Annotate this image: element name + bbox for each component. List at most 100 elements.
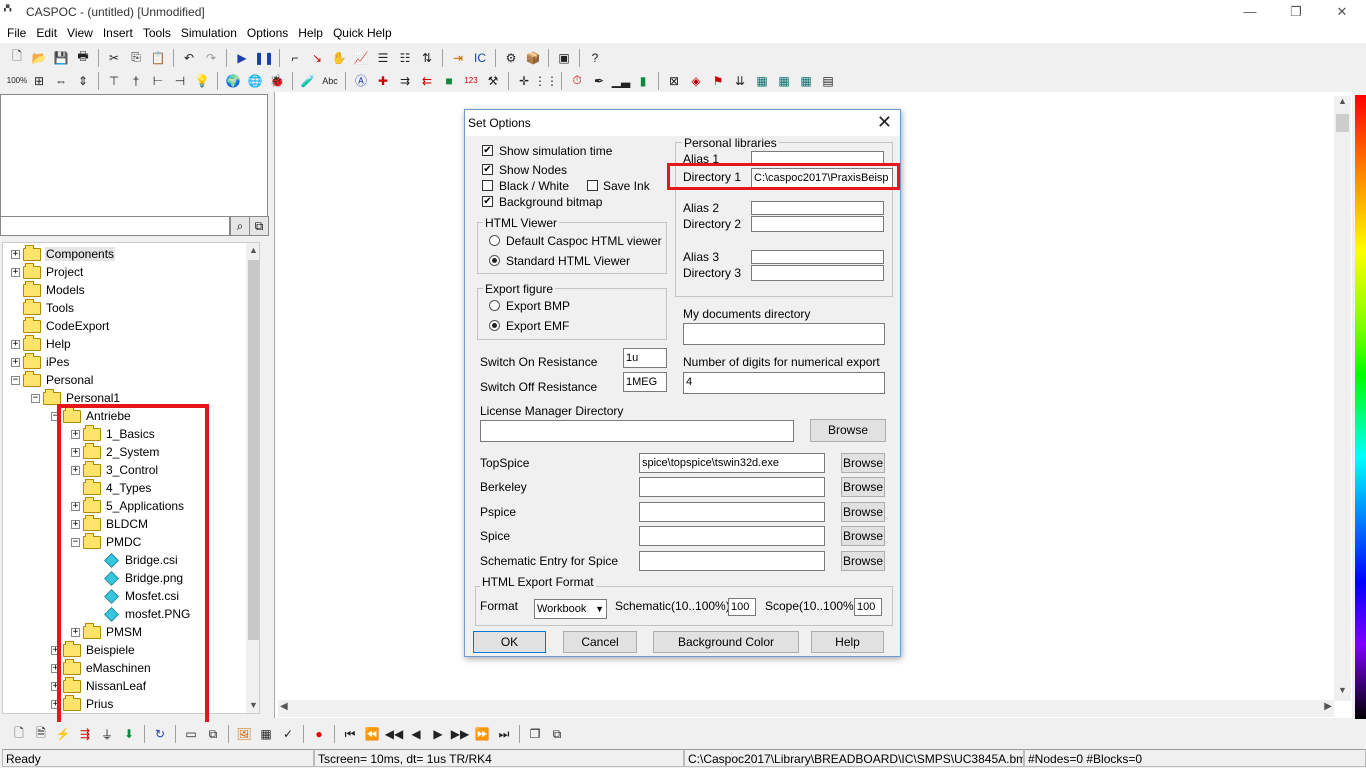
tree-item[interactable]: 4_Types <box>71 478 152 497</box>
scope-icon[interactable]: 📈 <box>351 48 371 68</box>
photo-icon[interactable]: ▦ <box>256 724 276 744</box>
berkeley-browse-button[interactable]: Browse <box>841 477 885 497</box>
tree-item[interactable]: + Prius <box>51 694 114 713</box>
scroll-left-icon[interactable]: ◀ <box>280 701 288 712</box>
tree-item[interactable]: +1_Basics <box>71 424 156 443</box>
tree-item[interactable]: +3_Control <box>71 460 159 479</box>
tree-item[interactable]: + iPes <box>11 352 70 371</box>
flag-icon[interactable]: ⚑ <box>708 71 728 91</box>
html-viewer-standard-radio[interactable] <box>489 255 500 266</box>
cascade-icon[interactable]: ❐ <box>525 724 545 744</box>
menu-edit[interactable]: Edit <box>31 23 62 43</box>
bottle-icon[interactable]: 🧪 <box>298 71 318 91</box>
block-icon[interactable]: ⊠ <box>664 71 684 91</box>
switch-off-field[interactable]: 1MEG <box>623 372 667 392</box>
new-file-icon[interactable]: 🗋 <box>7 48 27 68</box>
chip3-icon[interactable]: ▦ <box>796 71 816 91</box>
fast-forward-icon[interactable]: ⏩ <box>472 724 492 744</box>
library-icon[interactable]: 📦 <box>523 48 543 68</box>
canvas-vertical-scrollbar[interactable]: ▲ ▼ <box>1334 96 1351 701</box>
copy-icon[interactable]: ⎘ <box>126 48 146 68</box>
dual-window-icon[interactable]: ⧉ <box>203 724 223 744</box>
sort-icon[interactable]: ⇊ <box>730 71 750 91</box>
tree-item[interactable]: + Help <box>11 334 72 353</box>
html-viewer-default-radio[interactable] <box>489 235 500 246</box>
arrow-left-icon[interactable]: ⇇ <box>417 71 437 91</box>
schematic-entry-for-spice-path-field[interactable] <box>639 551 825 571</box>
chip2-icon[interactable]: ▦ <box>774 71 794 91</box>
schematic-percent-field[interactable]: 100 <box>728 598 756 616</box>
format-select[interactable]: Workbook ▼ <box>534 599 607 619</box>
print-icon[interactable]: 🖶 <box>73 48 93 68</box>
search-icon[interactable]: ⌕ <box>230 216 250 236</box>
license-browse-button[interactable]: Browse <box>810 419 886 442</box>
alias2-field[interactable] <box>751 201 884 215</box>
rewind-icon[interactable]: ◀◀ <box>384 724 404 744</box>
expand-icon[interactable]: + <box>51 681 60 691</box>
bus-icon[interactable]: ⇶ <box>75 724 95 744</box>
tree-item[interactable]: Bridge.png <box>91 569 184 587</box>
tree-item[interactable]: + Beispiele <box>51 640 136 659</box>
window-icon[interactable]: ▭ <box>181 724 201 744</box>
tree-item[interactable]: − Personal1 <box>31 388 121 407</box>
tree-item[interactable]: + eMaschinen <box>51 658 152 677</box>
network-icon[interactable]: 🌐 <box>245 71 265 91</box>
crosshair-icon[interactable]: ✛ <box>514 71 534 91</box>
text-abc-icon[interactable]: Abc <box>320 71 340 91</box>
chevron-up-icon[interactable]: ▲ <box>246 243 259 258</box>
collapse-icon[interactable]: − <box>71 537 80 547</box>
tree-item[interactable]: +2_System <box>71 442 160 461</box>
cancel-button[interactable]: Cancel <box>563 631 637 653</box>
berkeley-path-field[interactable] <box>639 477 825 497</box>
expand-icon[interactable]: + <box>51 663 60 673</box>
library-search-input[interactable] <box>0 216 230 236</box>
ok-button[interactable]: OK <box>473 631 546 653</box>
align-middle-icon[interactable]: † <box>126 71 146 91</box>
scroll-right-icon[interactable]: ▶ <box>1324 701 1332 712</box>
tree-item[interactable]: − PMDC <box>71 532 142 551</box>
tree-item[interactable]: Tools <box>11 298 75 317</box>
dropdown-arrow-icon[interactable]: ▼ <box>595 600 604 618</box>
fast-rewind-icon[interactable]: ⏪ <box>362 724 382 744</box>
open-folder-icon[interactable]: 📂 <box>29 48 49 68</box>
background-color-button[interactable]: Background Color <box>653 631 799 653</box>
document-icon[interactable]: 🗎 <box>31 724 51 744</box>
expand-icon[interactable]: + <box>71 429 80 439</box>
tree-item[interactable]: Models <box>11 280 86 299</box>
import-icon[interactable]: ⇥ <box>448 48 468 68</box>
menu-file[interactable]: File <box>2 23 31 43</box>
help-icon[interactable]: ? <box>585 48 605 68</box>
run-simulation-icon[interactable]: ▶ <box>232 48 252 68</box>
topspice-browse-button[interactable]: Browse <box>841 453 885 473</box>
menu-tools[interactable]: Tools <box>138 23 176 43</box>
tree-scrollbar[interactable]: ▲ ▼ <box>246 243 259 713</box>
export-ic-icon[interactable]: IC <box>470 48 490 68</box>
scroll-down-icon[interactable]: ▼ <box>1334 685 1351 701</box>
record-icon[interactable]: ● <box>309 724 329 744</box>
spice-browse-button[interactable]: Browse <box>841 526 885 546</box>
expand-icon[interactable]: + <box>71 519 80 529</box>
play-icon[interactable]: ▶ <box>428 724 448 744</box>
tile-icon[interactable]: ⧉ <box>547 724 567 744</box>
meter-icon[interactable]: ▮ <box>633 71 653 91</box>
tree-item[interactable]: +5_Applications <box>71 496 185 515</box>
probe-icon[interactable]: ↘ <box>307 48 327 68</box>
tree-item[interactable]: − Personal <box>11 370 94 389</box>
terminal-icon[interactable]: ■ <box>439 71 459 91</box>
skip-end-icon[interactable]: ⏭ <box>494 724 514 744</box>
align-left-icon[interactable]: ⊢ <box>148 71 168 91</box>
black-white-checkbox[interactable] <box>482 180 493 191</box>
tree-item[interactable]: Bridge.csi <box>91 551 179 569</box>
component-icon[interactable]: ⚙ <box>501 48 521 68</box>
tree-item[interactable]: − Antriebe <box>51 406 132 425</box>
topspice-path-field[interactable]: spice\topspice\tswin32d.exe <box>639 453 825 473</box>
ground-icon[interactable]: ⏚ <box>97 724 117 744</box>
expand-icon[interactable]: + <box>51 645 60 655</box>
bug-icon[interactable]: 🐞 <box>267 71 287 91</box>
component-lib-icon[interactable]: ⚡ <box>53 724 73 744</box>
expand-icon[interactable]: + <box>11 249 20 259</box>
pspice-browse-button[interactable]: Browse <box>841 502 885 522</box>
light-bulb-icon[interactable]: 💡 <box>192 71 212 91</box>
cut-icon[interactable]: ✂ <box>104 48 124 68</box>
menu-insert[interactable]: Insert <box>98 23 138 43</box>
